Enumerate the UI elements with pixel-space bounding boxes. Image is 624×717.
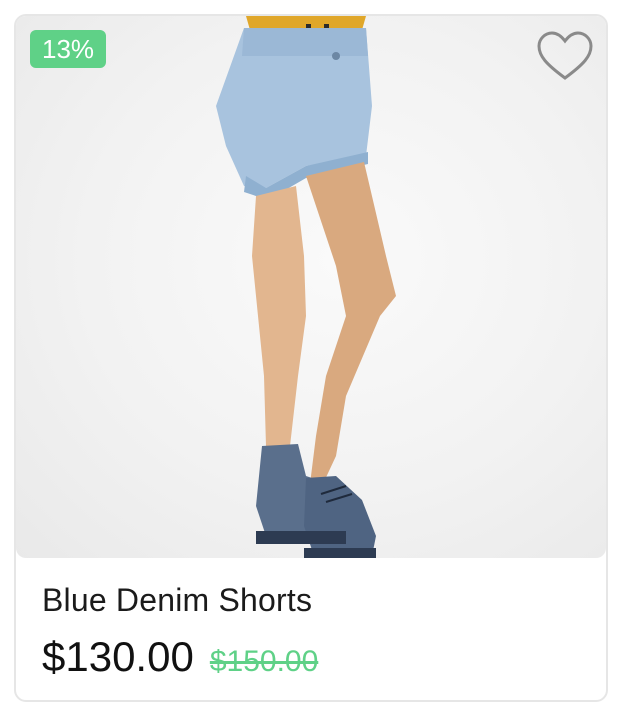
heart-outline-icon[interactable] — [536, 30, 594, 84]
product-title[interactable]: Blue Denim Shorts — [42, 582, 580, 619]
discount-badge: 13% — [30, 30, 107, 68]
current-price: $130.00 — [42, 633, 194, 680]
original-price: $150.00 — [209, 645, 319, 678]
product-photo — [216, 16, 396, 558]
product-info: Blue Denim Shorts $130.00 $150.00 — [42, 582, 580, 681]
product-card[interactable]: 13% Blue Denim Shorts $130.00 $150.00 — [14, 14, 608, 702]
price-row: $130.00 $150.00 — [42, 633, 580, 681]
product-image-area[interactable]: 13% — [16, 16, 606, 558]
